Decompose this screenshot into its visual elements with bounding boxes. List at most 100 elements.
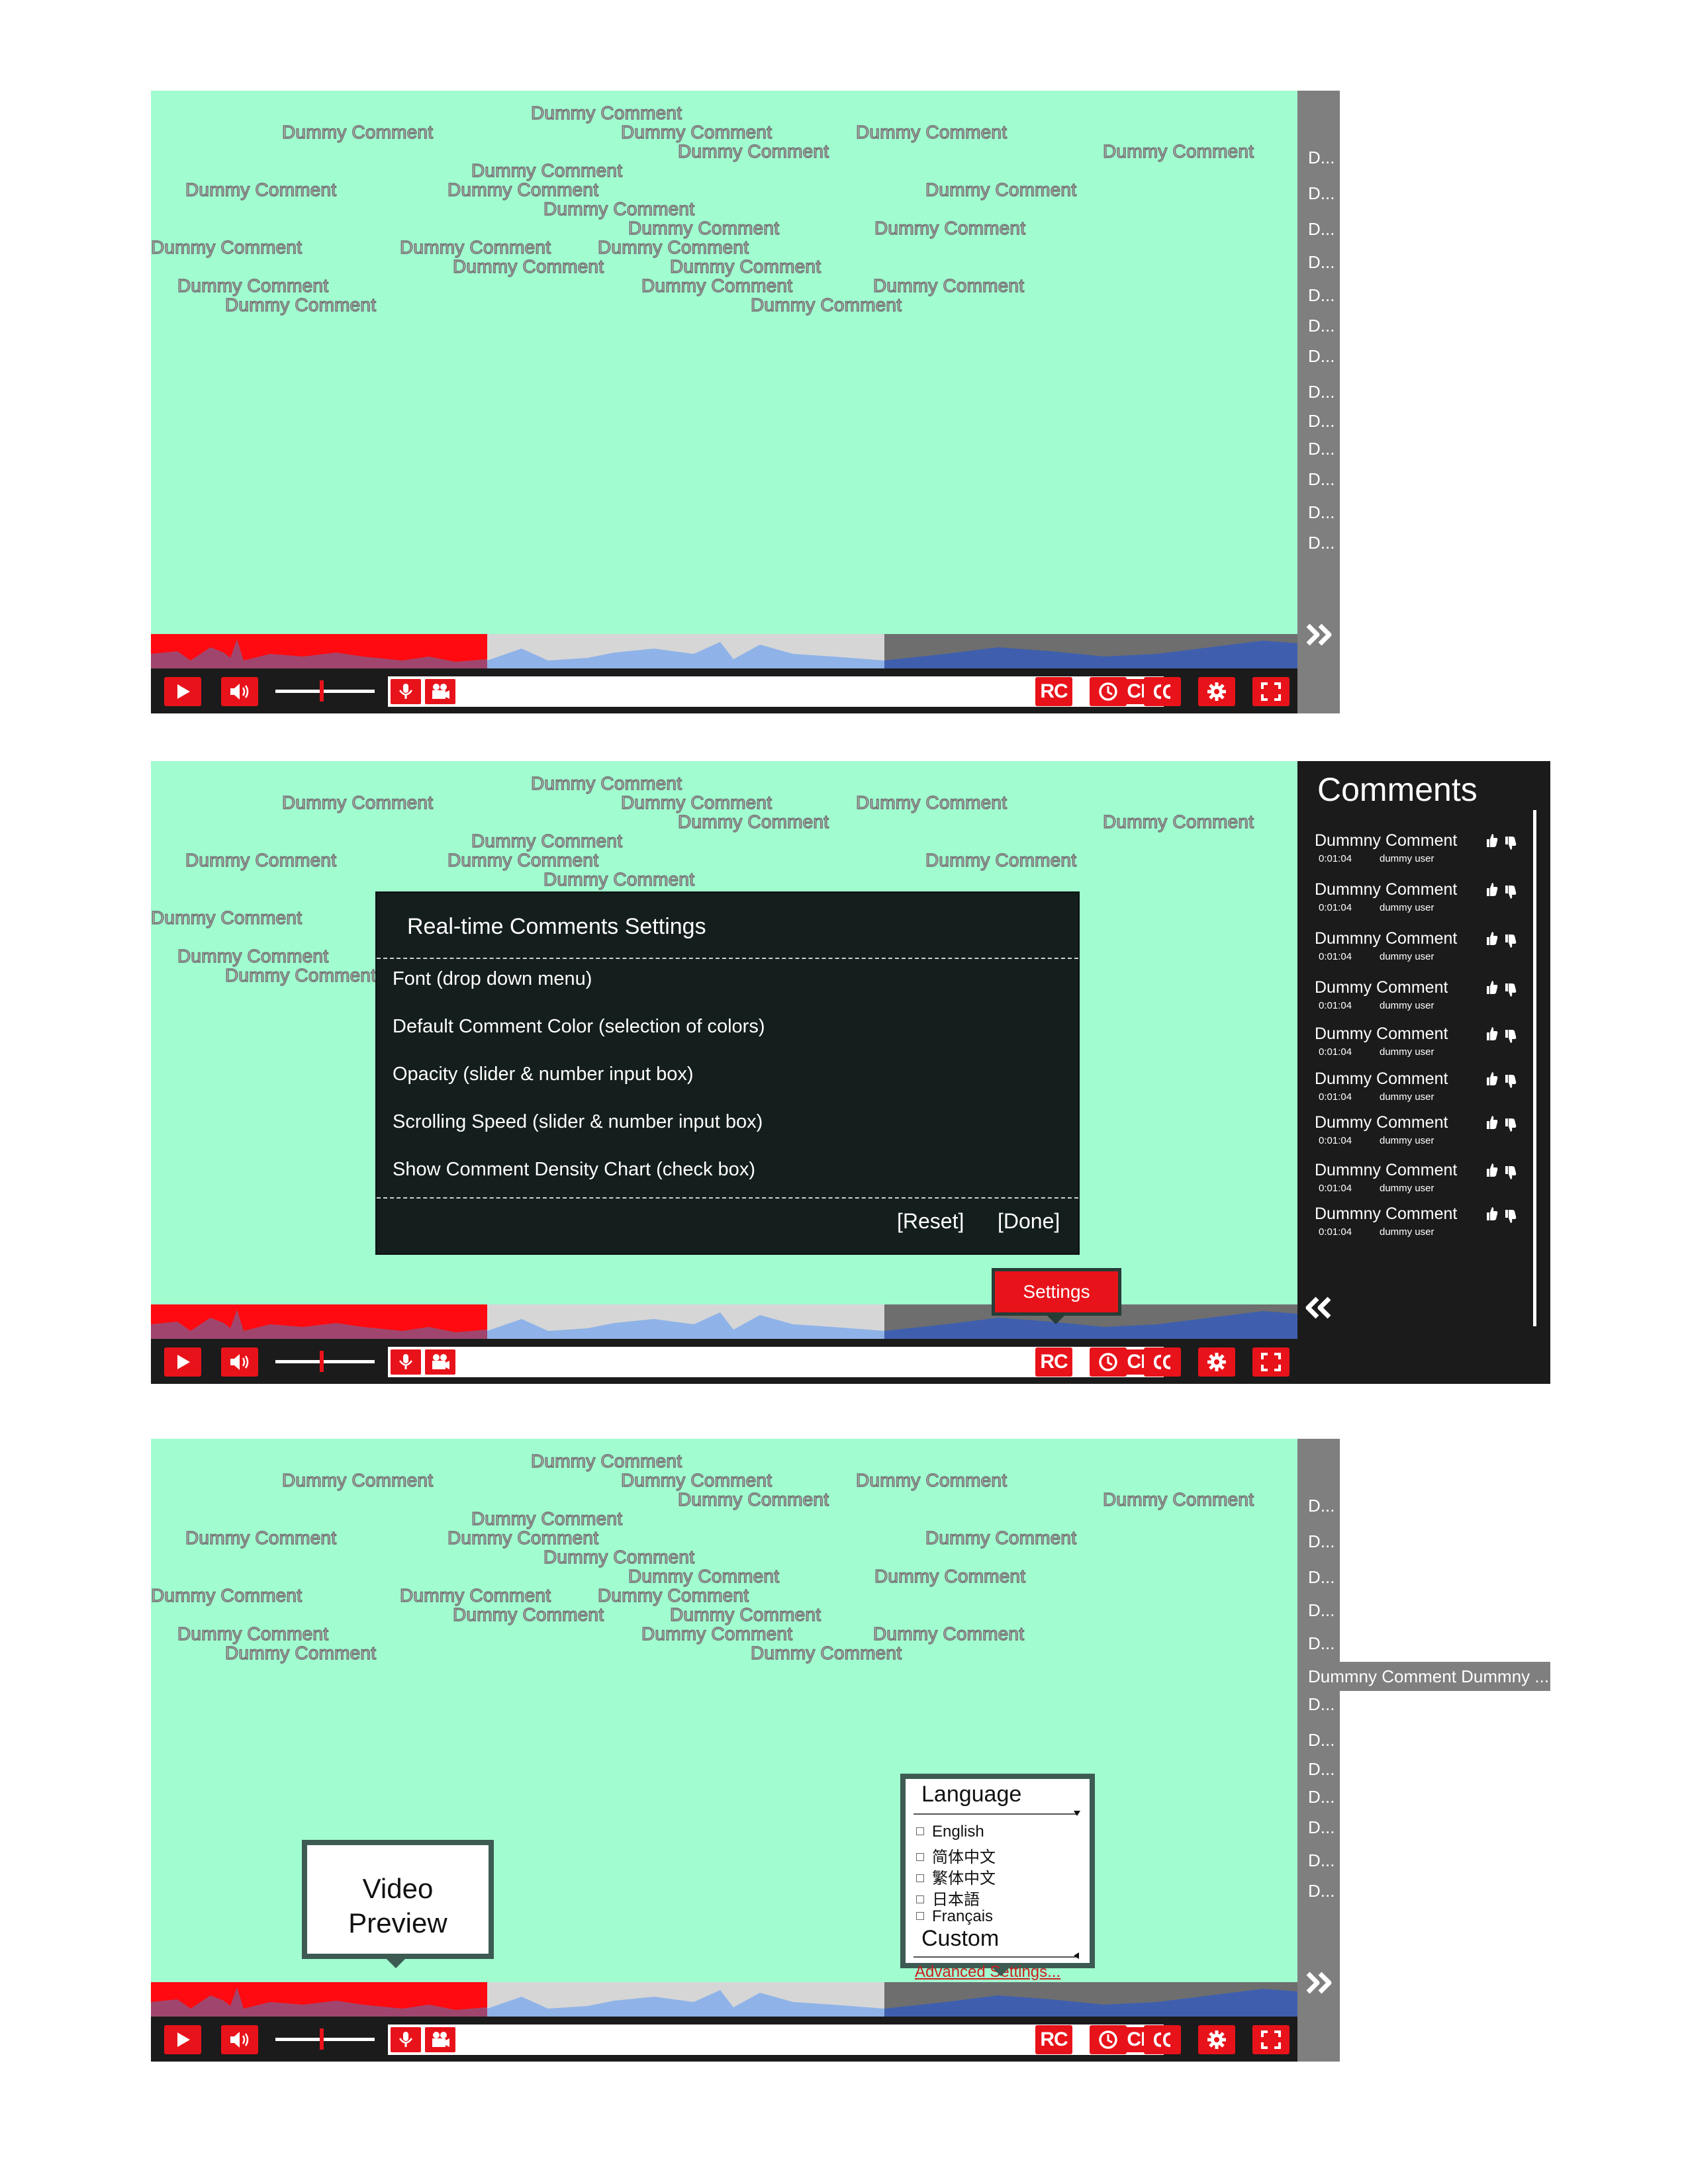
done-button[interactable]: [Done] — [998, 1209, 1060, 1234]
camera-button[interactable] — [425, 1349, 455, 1375]
volume-slider-handle[interactable] — [320, 680, 324, 702]
thumbs-up-icon[interactable] — [1484, 1205, 1499, 1222]
thumbs-down-icon[interactable] — [1503, 1073, 1517, 1091]
thumbs-down-icon[interactable] — [1503, 1117, 1517, 1134]
thumbs-down-icon[interactable] — [1503, 884, 1517, 901]
rail-comment-item[interactable]: D... — [1308, 1881, 1335, 1901]
comment-density-chart[interactable] — [151, 1304, 1297, 1339]
comment-style-button[interactable] — [391, 679, 421, 704]
fullscreen-button[interactable] — [1252, 1347, 1289, 1377]
realtime-comments-button[interactable]: RC — [1035, 677, 1072, 706]
rail-comment-item[interactable]: D... — [1308, 382, 1335, 402]
fullscreen-button[interactable] — [1252, 677, 1289, 706]
rail-comment-item[interactable]: D... — [1308, 1850, 1335, 1871]
volume-button[interactable] — [221, 1347, 258, 1377]
rail-comment-item[interactable]: D... — [1308, 1531, 1335, 1552]
settings-button[interactable] — [1198, 677, 1235, 706]
thumbs-down-icon[interactable] — [1503, 1028, 1517, 1046]
language-option-japanese[interactable]: 日本語 — [916, 1886, 980, 1909]
thumbs-up-icon[interactable] — [1484, 1069, 1499, 1087]
rail-comment-item[interactable]: D... — [1308, 1496, 1335, 1516]
rail-comment-item[interactable]: D... — [1308, 1730, 1335, 1751]
rail-comment-item[interactable]: D... — [1308, 285, 1335, 306]
comment-style-button[interactable] — [391, 1349, 421, 1375]
comments-scrollbar[interactable] — [1533, 810, 1536, 1326]
settings-button[interactable] — [1198, 1347, 1235, 1377]
camera-button[interactable] — [425, 2027, 455, 2052]
rail-comment-item[interactable]: D... — [1308, 219, 1335, 240]
comment-row[interactable]: Dummny Comment 0:01:04 dummy user — [1315, 880, 1526, 923]
rail-comment-item[interactable]: D... — [1308, 439, 1335, 459]
play-button[interactable] — [164, 677, 201, 706]
thumbs-up-icon[interactable] — [1484, 1024, 1499, 1042]
comment-row[interactable]: Dummny Comment 0:01:04 dummy user — [1315, 1161, 1526, 1203]
collapse-panel-icon[interactable] — [1303, 1295, 1333, 1321]
comment-row[interactable]: Dummny Comment 0:01:04 dummy user — [1315, 929, 1526, 972]
thumbs-down-icon[interactable] — [1503, 1208, 1517, 1226]
thumbs-up-icon[interactable] — [1484, 880, 1499, 897]
custom-header[interactable]: Custom — [921, 1926, 999, 1952]
setting-default-color[interactable]: Default Comment Color (selection of colo… — [393, 1016, 765, 1038]
closed-captions-button[interactable] — [1144, 1347, 1181, 1377]
thumbs-down-icon[interactable] — [1503, 835, 1517, 852]
clock-button[interactable] — [1090, 1347, 1127, 1377]
rail-comment-item[interactable]: D... — [1308, 411, 1335, 432]
thumbs-up-icon[interactable] — [1484, 929, 1499, 946]
setting-opacity[interactable]: Opacity (slider & number input box) — [393, 1064, 694, 1085]
rail-comment-item[interactable]: D... — [1308, 533, 1335, 553]
rail-comment-item[interactable]: D... — [1308, 1600, 1335, 1621]
checkbox-icon[interactable] — [916, 1853, 924, 1861]
thumbs-up-icon[interactable] — [1484, 978, 1499, 995]
realtime-comments-button[interactable]: RC — [1035, 2025, 1072, 2054]
comment-row[interactable]: Dummy Comment 0:01:04 dummy user — [1315, 1024, 1526, 1067]
volume-button[interactable] — [221, 677, 258, 706]
clock-button[interactable] — [1090, 2025, 1127, 2054]
closed-captions-button[interactable] — [1144, 677, 1181, 706]
rail-comment-item[interactable]: D... — [1308, 1817, 1335, 1838]
comment-row[interactable]: Dummny Comment 0:01:04 dummy user — [1315, 831, 1526, 874]
play-button[interactable] — [164, 1347, 201, 1377]
clock-button[interactable] — [1090, 677, 1127, 706]
advanced-settings-link[interactable]: Advanced Settings... — [915, 1963, 1060, 1981]
thumbs-up-icon[interactable] — [1484, 831, 1499, 848]
realtime-comments-button[interactable]: RC — [1035, 1347, 1072, 1377]
camera-button[interactable] — [425, 679, 455, 704]
volume-slider-track[interactable] — [275, 2038, 375, 2041]
comment-row[interactable]: Dummy Comment 0:01:04 dummy user — [1315, 978, 1526, 1021]
language-option-english[interactable]: English — [916, 1823, 984, 1841]
rail-comment-item[interactable]: D... — [1308, 1567, 1335, 1588]
rail-comment-item[interactable]: D... — [1308, 316, 1335, 336]
volume-slider-handle[interactable] — [320, 2028, 324, 2050]
comment-style-button[interactable] — [391, 2027, 421, 2052]
volume-slider-handle[interactable] — [320, 1351, 324, 1372]
checkbox-icon[interactable] — [916, 1827, 924, 1835]
comment-row[interactable]: Dummy Comment 0:01:04 dummy user — [1315, 1113, 1526, 1156]
closed-captions-button[interactable] — [1144, 2025, 1181, 2054]
comment-row[interactable]: Dummy Comment 0:01:04 dummy user — [1315, 1069, 1526, 1112]
checkbox-icon[interactable] — [916, 1912, 924, 1920]
expand-panel-icon[interactable] — [1304, 621, 1335, 648]
rail-comment-item[interactable]: D... — [1308, 469, 1335, 490]
rail-comment-item[interactable]: D... — [1308, 252, 1335, 273]
thumbs-down-icon[interactable] — [1503, 933, 1517, 950]
language-option-french[interactable]: Français — [916, 1907, 993, 1926]
language-header[interactable]: Language — [921, 1782, 1021, 1807]
comment-row[interactable]: Dummny Comment 0:01:04 dummy user — [1315, 1205, 1526, 1247]
rail-comment-item[interactable]: D... — [1308, 1694, 1335, 1715]
volume-button[interactable] — [221, 2025, 258, 2054]
thumbs-up-icon[interactable] — [1484, 1161, 1499, 1178]
language-option-traditional-chinese[interactable]: 繁体中文 — [916, 1865, 996, 1888]
settings-button[interactable] — [1198, 2025, 1235, 2054]
rail-comment-item[interactable]: D... — [1308, 502, 1335, 523]
reset-button[interactable]: [Reset] — [897, 1209, 964, 1234]
checkbox-icon[interactable] — [916, 1874, 924, 1882]
play-button[interactable] — [164, 2025, 201, 2054]
thumbs-down-icon[interactable] — [1503, 1165, 1517, 1182]
comment-rail-collapsed[interactable]: D... D... D... D... D... D... D... D... D... D...… — [1297, 1439, 1340, 2062]
video-area[interactable]: Dummy Comment Dummy Comment Dummy Comment D… — [151, 91, 1297, 634]
rail-comment-item[interactable]: D... — [1308, 1633, 1335, 1654]
dropdown-arrow-icon[interactable] — [1074, 1811, 1080, 1816]
expand-panel-icon[interactable] — [1304, 1970, 1335, 1996]
checkbox-icon[interactable] — [916, 1895, 924, 1903]
comment-density-chart[interactable] — [151, 1982, 1297, 2017]
